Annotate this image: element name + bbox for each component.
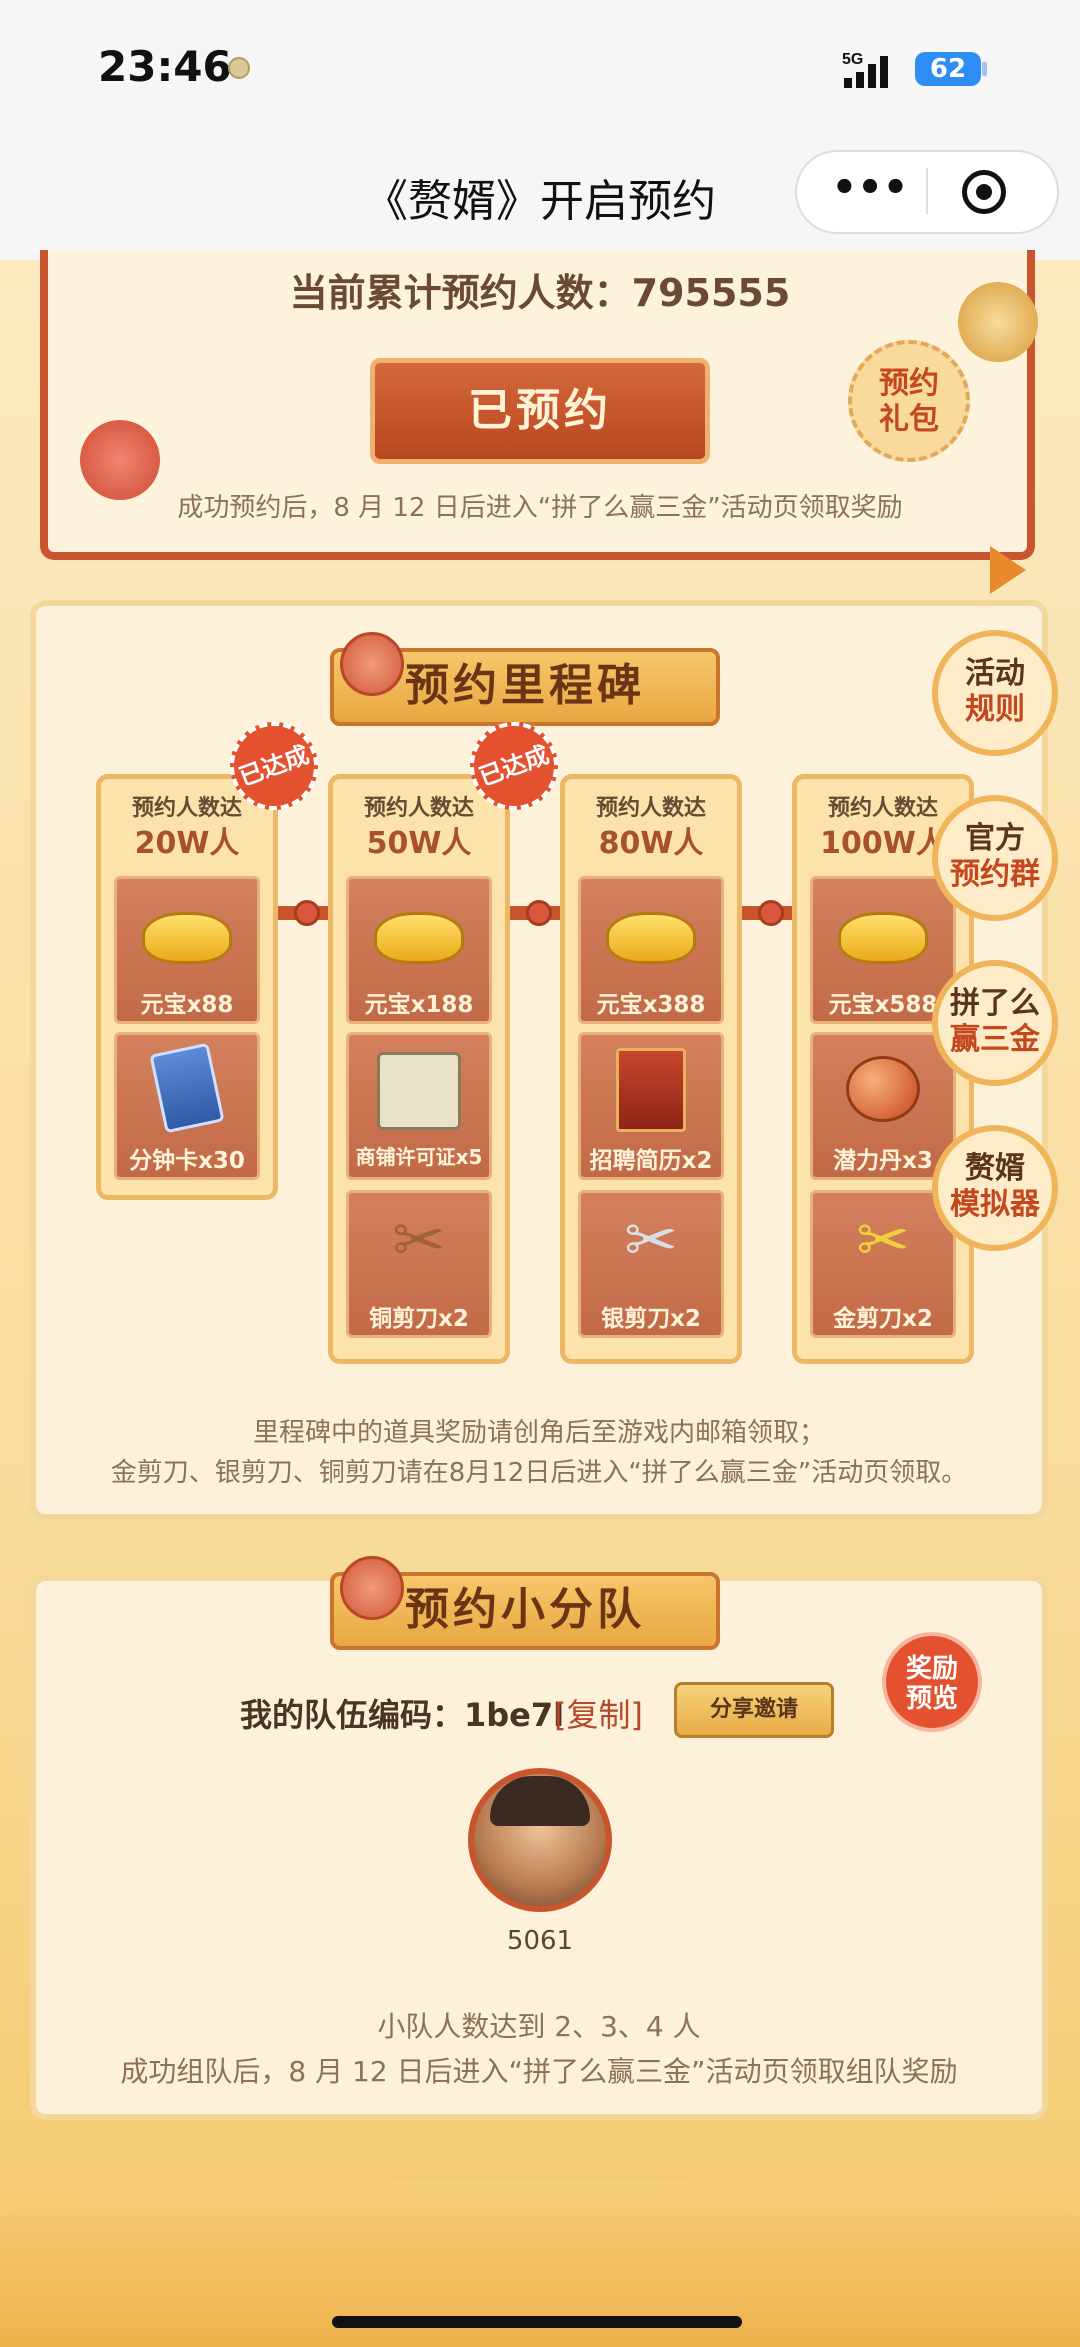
battery-icon: 62: [915, 52, 981, 86]
column-target: 20W人: [134, 826, 240, 861]
column-target: 50W人: [366, 826, 472, 861]
share-invite-button[interactable]: 分享邀请: [674, 1682, 834, 1738]
status-time: 23:46: [98, 42, 232, 91]
squad-rose-icon: [340, 1556, 404, 1620]
more-dots-icon[interactable]: •••: [830, 168, 910, 212]
reward-label: 金剪刀x2: [833, 1306, 933, 1332]
milestone-rose-icon: [340, 632, 404, 696]
gold-ingot-icon: [838, 912, 928, 964]
side-button-rules[interactable]: 活动 规则: [932, 630, 1058, 756]
home-indicator[interactable]: [332, 2316, 742, 2328]
connector-bead-icon: [294, 900, 320, 926]
network-label: 5G: [842, 51, 863, 68]
battery-tip: [982, 62, 987, 76]
gold-ingot-icon: [142, 912, 232, 964]
reward-label: 元宝x388: [596, 992, 706, 1018]
capsule-divider: [926, 168, 928, 214]
bronze-scissors-icon: ✂: [392, 1204, 446, 1278]
team-code: 我的队伍编码：1be7l: [240, 1696, 565, 1734]
side-label: 赘婿: [965, 1151, 1025, 1186]
side-label: 预约群: [950, 857, 1040, 892]
reward-label: 元宝x188: [364, 992, 474, 1018]
close-target-dot: [976, 184, 992, 200]
side-label: 赢三金: [950, 1022, 1040, 1057]
milestone-notice-line2: 金剪刀、银剪刀、铜剪刀请在8月12日后进入“拼了么赢三金”活动页领取。: [110, 1458, 968, 1488]
reserve-notice: 成功预约后，8 月 12 日后进入“拼了么赢三金”活动页领取奖励: [177, 493, 903, 523]
side-button-event[interactable]: 拼了么 赢三金: [932, 960, 1058, 1086]
signal-icon: 5G: [842, 51, 888, 88]
gift-badge-label: 预约礼包: [879, 366, 939, 437]
app-indicator-icon: [228, 57, 250, 79]
reward-label: 银剪刀x2: [601, 1306, 701, 1332]
gift-package-button[interactable]: 预约礼包: [848, 340, 970, 462]
side-label: 模拟器: [950, 1187, 1040, 1222]
reward-preview-button[interactable]: 奖励预览: [882, 1632, 982, 1732]
column-target: 80W人: [598, 826, 704, 861]
license-icon: [377, 1052, 461, 1130]
reward-label: 铜剪刀x2: [369, 1306, 469, 1332]
reward-label: 元宝x88: [140, 992, 234, 1018]
reward-label: 招聘简历x2: [589, 1148, 713, 1174]
gold-ingot-icon: [606, 912, 696, 964]
side-label: 规则: [965, 692, 1025, 727]
side-label: 拼了么: [950, 986, 1040, 1021]
squad-notice-line2: 成功组队后，8 月 12 日后进入“拼了么赢三金”活动页领取组队奖励: [120, 2055, 958, 2088]
connector-bead-icon: [526, 900, 552, 926]
reward-label: 分钟卡x30: [129, 1148, 245, 1174]
reserved-button[interactable]: 已预约: [370, 358, 710, 464]
side-button-group[interactable]: 官方 预约群: [932, 795, 1058, 921]
silver-scissors-icon: ✂: [624, 1204, 678, 1278]
resume-book-icon: [616, 1048, 686, 1132]
gold-scissors-icon: ✂: [856, 1204, 910, 1278]
side-label: 官方: [965, 821, 1025, 856]
reward-preview-label: 奖励预览: [905, 1654, 958, 1714]
reward-label: 商铺许可证x5: [355, 1145, 483, 1169]
side-label: 活动: [965, 656, 1025, 691]
gold-ingot-icon: [374, 912, 464, 964]
side-button-simulator[interactable]: 赘婿 模拟器: [932, 1125, 1058, 1251]
reserve-count: 当前累计预约人数：795555: [289, 271, 791, 315]
connector-bead-icon: [758, 900, 784, 926]
milestone-notice-line1: 里程碑中的道具奖励请创角后至游戏内邮箱领取；: [252, 1418, 825, 1448]
member-id: 5061: [506, 1926, 574, 1956]
potential-pill-icon: [846, 1056, 920, 1122]
copy-link[interactable]: [复制]: [554, 1690, 643, 1736]
squad-notice-line1: 小队人数达到 2、3、4 人: [377, 2010, 701, 2043]
play-arrow-icon[interactable]: [990, 546, 1026, 594]
